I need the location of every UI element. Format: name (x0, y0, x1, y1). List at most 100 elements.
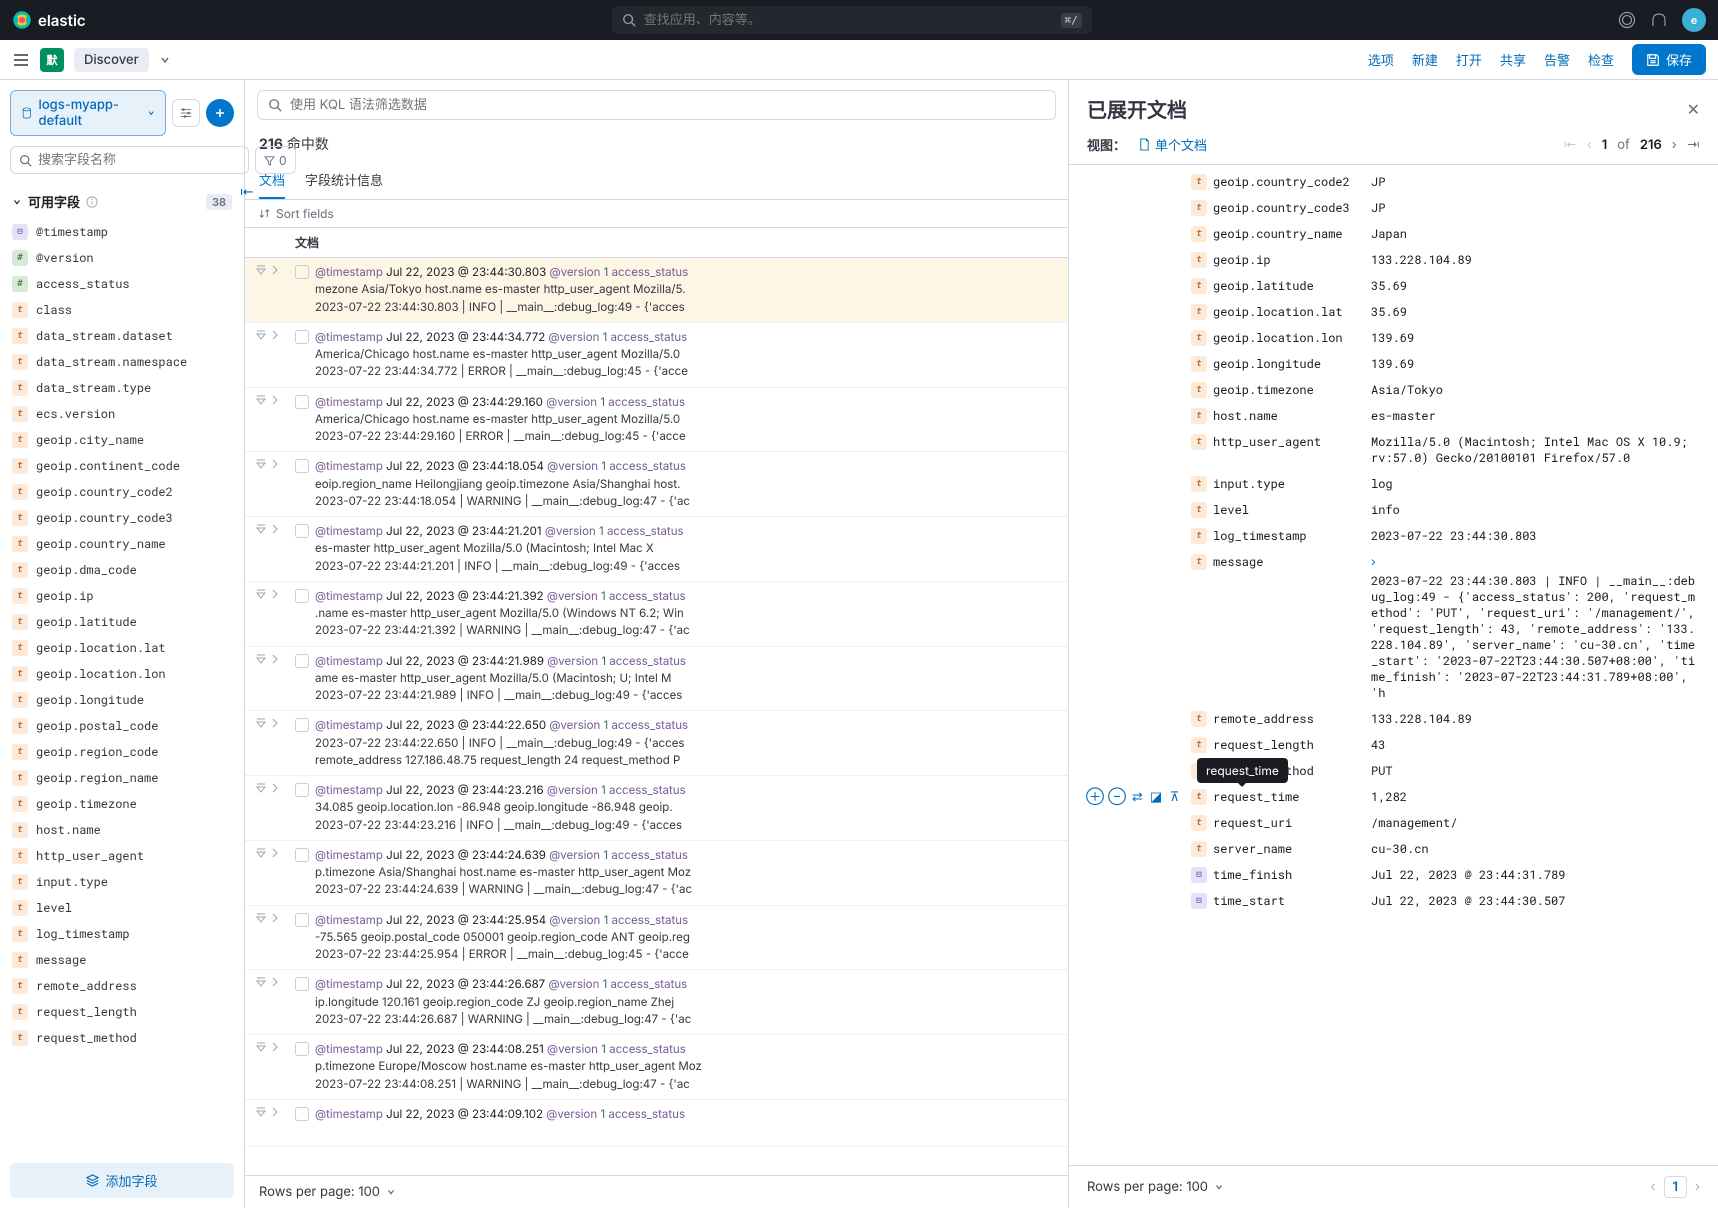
expand-icon[interactable] (255, 847, 267, 859)
add-filter-button[interactable] (206, 99, 234, 127)
chevron-down-icon[interactable] (1214, 1182, 1224, 1192)
document-row[interactable]: @timestamp Jul 22, 2023 @ 23:44:21.392 @… (245, 582, 1068, 647)
field-item[interactable]: tgeoip.dma_code (0, 557, 244, 583)
user-avatar[interactable]: e (1682, 8, 1706, 32)
row-checkbox[interactable] (295, 459, 309, 473)
exists-icon[interactable]: ◪ (1150, 789, 1163, 805)
row-checkbox[interactable] (295, 330, 309, 344)
field-item[interactable]: tgeoip.country_name (0, 531, 244, 557)
help-icon[interactable] (1618, 11, 1636, 29)
row-checkbox[interactable] (295, 977, 309, 991)
document-row[interactable]: @timestamp Jul 22, 2023 @ 23:44:24.639 @… (245, 841, 1068, 906)
field-item[interactable]: tlevel (0, 895, 244, 921)
field-item[interactable]: tgeoip.continent_code (0, 453, 244, 479)
expand-icon[interactable] (255, 782, 267, 794)
field-item[interactable]: tdata_stream.namespace (0, 349, 244, 375)
expand-icon[interactable] (269, 394, 281, 406)
global-search[interactable]: ⌘/ (612, 6, 1092, 34)
row-checkbox[interactable] (295, 524, 309, 538)
field-item[interactable]: ⊟@timestamp (0, 219, 244, 245)
field-search[interactable] (10, 146, 249, 174)
pager-next[interactable]: › (1672, 137, 1677, 153)
expand-icon[interactable] (269, 1041, 281, 1053)
document-row[interactable]: @timestamp Jul 22, 2023 @ 23:44:18.054 @… (245, 452, 1068, 517)
field-item[interactable]: thost.name (0, 817, 244, 843)
nav-open[interactable]: 打开 (1456, 50, 1482, 69)
field-item[interactable]: tlog_timestamp (0, 921, 244, 947)
pager-last[interactable]: ⇥ (1687, 137, 1700, 153)
expand-icon[interactable] (269, 976, 281, 988)
document-row[interactable]: @timestamp Jul 22, 2023 @ 23:44:08.251 @… (245, 1035, 1068, 1100)
field-item[interactable]: tmessage (0, 947, 244, 973)
field-item[interactable]: #@version (0, 245, 244, 271)
field-item[interactable]: tgeoip.longitude (0, 687, 244, 713)
field-item[interactable]: tgeoip.country_code2 (0, 479, 244, 505)
brand-logo[interactable]: elastic (12, 10, 86, 30)
document-row[interactable]: @timestamp Jul 22, 2023 @ 23:44:21.201 @… (245, 517, 1068, 582)
row-checkbox[interactable] (295, 848, 309, 862)
row-checkbox[interactable] (295, 1042, 309, 1056)
expand-icon[interactable] (255, 717, 267, 729)
pin-icon[interactable]: ⊼ (1168, 789, 1181, 805)
row-checkbox[interactable] (295, 718, 309, 732)
row-checkbox[interactable] (295, 589, 309, 603)
field-item[interactable]: tgeoip.location.lat (0, 635, 244, 661)
document-row[interactable]: @timestamp Jul 22, 2023 @ 23:44:23.216 @… (245, 776, 1068, 841)
news-icon[interactable] (1650, 11, 1668, 29)
field-item[interactable]: trequest_length (0, 999, 244, 1025)
document-row[interactable]: @timestamp Jul 22, 2023 @ 23:44:30.803 @… (245, 258, 1068, 323)
datasource-selector[interactable]: logs-myapp-default (10, 90, 166, 136)
field-item[interactable]: tremote_address (0, 973, 244, 999)
pager-prev[interactable]: ‹ (1587, 137, 1592, 153)
row-checkbox[interactable] (295, 1107, 309, 1121)
field-item[interactable]: tgeoip.timezone (0, 791, 244, 817)
toggle-column-icon[interactable]: ⇄ (1131, 789, 1144, 805)
expand-icon[interactable] (255, 394, 267, 406)
nav-inspect[interactable]: 检查 (1588, 50, 1614, 69)
document-row[interactable]: @timestamp Jul 22, 2023 @ 23:44:21.989 @… (245, 647, 1068, 712)
add-field-button[interactable]: 添加字段 (10, 1163, 234, 1198)
expand-icon[interactable] (255, 1106, 267, 1118)
field-item[interactable]: tdata_stream.type (0, 375, 244, 401)
fly-pager-prev[interactable]: ‹ (1651, 1179, 1656, 1195)
expand-icon[interactable] (269, 264, 281, 276)
expand-icon[interactable] (269, 1106, 281, 1118)
document-row[interactable]: @timestamp Jul 22, 2023 @ 23:44:26.687 @… (245, 970, 1068, 1035)
row-checkbox[interactable] (295, 395, 309, 409)
nav-new[interactable]: 新建 (1412, 50, 1438, 69)
rows-per-page[interactable]: Rows per page: 100 (259, 1184, 380, 1200)
expand-icon[interactable] (255, 458, 267, 470)
field-item[interactable]: tgeoip.ip (0, 583, 244, 609)
field-item[interactable]: #access_status (0, 271, 244, 297)
nav-alert[interactable]: 告警 (1544, 50, 1570, 69)
info-icon[interactable] (86, 196, 98, 208)
document-row[interactable]: @timestamp Jul 22, 2023 @ 23:44:34.772 @… (245, 323, 1068, 388)
field-item[interactable]: trequest_method (0, 1025, 244, 1051)
field-item[interactable]: tgeoip.country_code3 (0, 505, 244, 531)
field-item[interactable]: thttp_user_agent (0, 843, 244, 869)
flyout-close-button[interactable]: ✕ (1687, 99, 1700, 119)
nav-share[interactable]: 共享 (1500, 50, 1526, 69)
field-item[interactable]: tinput.type (0, 869, 244, 895)
row-checkbox[interactable] (295, 913, 309, 927)
expand-icon[interactable] (269, 329, 281, 341)
expand-icon[interactable] (269, 458, 281, 470)
expand-icon[interactable] (269, 717, 281, 729)
filter-in-icon[interactable]: ⊕ (1087, 789, 1103, 805)
fly-page-num[interactable]: 1 (1664, 1176, 1688, 1198)
document-row[interactable]: @timestamp Jul 22, 2023 @ 23:44:29.160 @… (245, 388, 1068, 453)
save-button[interactable]: 保存 (1632, 44, 1706, 75)
fly-pager-next[interactable]: › (1695, 1179, 1700, 1195)
row-checkbox[interactable] (295, 783, 309, 797)
space-badge[interactable]: 默 (40, 48, 64, 72)
field-item[interactable]: tgeoip.region_code (0, 739, 244, 765)
menu-icon[interactable] (12, 51, 30, 69)
global-search-input[interactable] (644, 12, 1053, 28)
field-item[interactable]: tgeoip.region_name (0, 765, 244, 791)
expand-icon[interactable] (255, 1041, 267, 1053)
field-search-input[interactable] (38, 152, 240, 168)
expand-icon[interactable] (255, 653, 267, 665)
sort-row[interactable]: Sort fields (245, 200, 1068, 228)
pager-first[interactable]: ⇤ (1564, 137, 1577, 153)
collapse-sidebar-icon[interactable]: ⇤ (240, 184, 254, 201)
